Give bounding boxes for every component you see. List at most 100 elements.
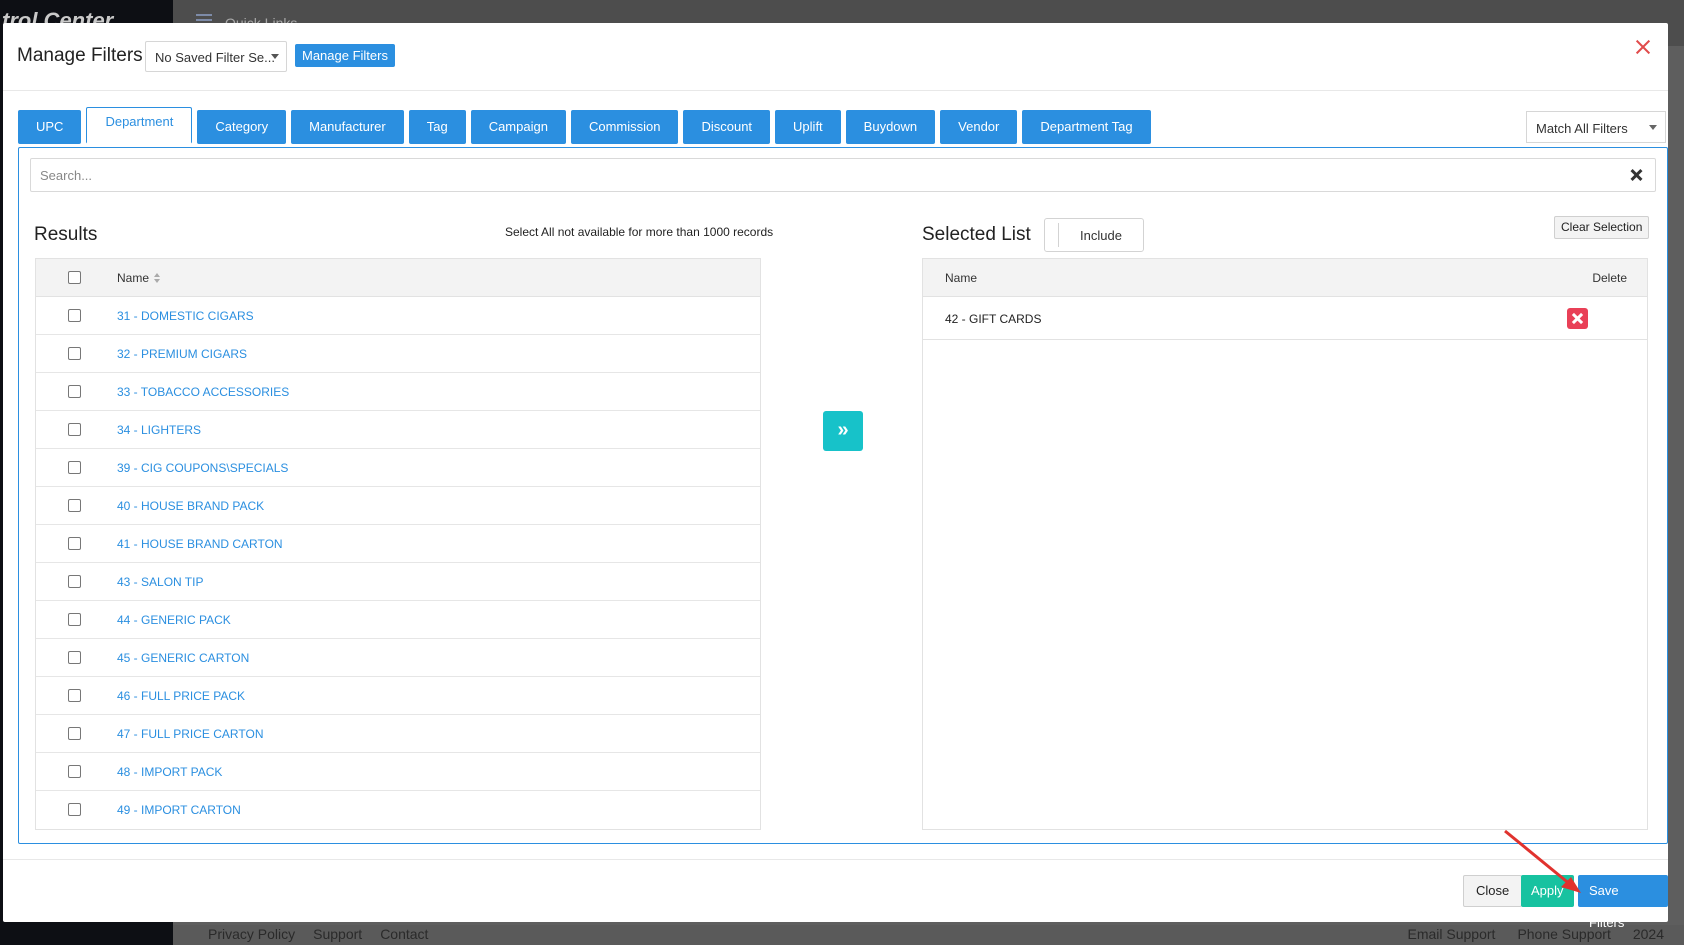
footer-link: Privacy Policy [208, 926, 296, 942]
manage-filters-button[interactable]: Manage Filters [295, 44, 395, 67]
caret-down-icon [271, 54, 279, 59]
table-row: 49 - IMPORT CARTON [36, 791, 760, 829]
tab-commission[interactable]: Commission [570, 110, 679, 144]
match-filter-select[interactable]: Match All Filters [1526, 111, 1666, 143]
search-placeholder: Search... [40, 168, 93, 183]
row-checkbox[interactable] [68, 499, 81, 512]
modal-title: Manage Filters [17, 45, 143, 66]
department-link[interactable]: 33 - TOBACCO ACCESSORIES [117, 385, 289, 399]
close-icon[interactable] [1633, 37, 1653, 57]
row-checkbox[interactable] [68, 613, 81, 626]
selected-item-name: 42 - GIFT CARDS [945, 312, 1042, 326]
saved-filter-select[interactable]: No Saved Filter Se... [145, 41, 287, 72]
name-column-header[interactable]: Name [117, 271, 162, 285]
row-checkbox[interactable] [68, 727, 81, 740]
tab-category[interactable]: Category [197, 110, 287, 144]
selected-row: 42 - GIFT CARDS [923, 297, 1647, 340]
footer-support: Email Support Phone Support 2024 [1408, 926, 1665, 942]
footer-link: Support [313, 926, 363, 942]
match-filter-value: Match All Filters [1536, 121, 1628, 136]
department-link[interactable]: 44 - GENERIC PACK [117, 613, 231, 627]
department-link[interactable]: 47 - FULL PRICE CARTON [117, 727, 263, 741]
row-checkbox[interactable] [68, 803, 81, 816]
double-chevron-right-icon: » [837, 419, 849, 441]
table-row: 41 - HOUSE BRAND CARTON [36, 525, 760, 563]
toggle-divider [1058, 223, 1059, 247]
row-checkbox[interactable] [68, 689, 81, 702]
department-link[interactable]: 43 - SALON TIP [117, 575, 203, 589]
results-header: Name [36, 259, 760, 297]
department-link[interactable]: 48 - IMPORT PACK [117, 765, 222, 779]
table-row: 31 - DOMESTIC CIGARS [36, 297, 760, 335]
name-column-label: Name [117, 271, 150, 285]
row-checkbox[interactable] [68, 423, 81, 436]
department-link[interactable]: 45 - GENERIC CARTON [117, 651, 249, 665]
table-row: 44 - GENERIC PACK [36, 601, 760, 639]
table-row: 39 - CIG COUPONS\SPECIALS [36, 449, 760, 487]
department-link[interactable]: 32 - PREMIUM CIGARS [117, 347, 247, 361]
caret-down-icon [1649, 125, 1657, 130]
footer-links: Privacy Policy Support Contact [208, 926, 428, 942]
tab-vendor[interactable]: Vendor [940, 110, 1018, 144]
tab-buydown[interactable]: Buydown [845, 110, 936, 144]
department-link[interactable]: 40 - HOUSE BRAND PACK [117, 499, 264, 513]
table-row: 46 - FULL PRICE PACK [36, 677, 760, 715]
manage-filters-modal: Manage Filters No Saved Filter Se... Man… [3, 23, 1668, 930]
clear-selection-button[interactable]: Clear Selection [1554, 216, 1650, 239]
filter-tabs: UPC Department Category Manufacturer Tag… [18, 107, 1151, 144]
include-label: Include [1080, 228, 1122, 243]
results-note: Select All not available for more than 1… [505, 225, 774, 239]
tab-department[interactable]: Department [86, 107, 193, 144]
row-checkbox[interactable] [68, 309, 81, 322]
modal-header: Manage Filters No Saved Filter Se... Man… [3, 23, 1668, 91]
table-row: 33 - TOBACCO ACCESSORIES [36, 373, 760, 411]
table-row: 32 - PREMIUM CIGARS [36, 335, 760, 373]
selected-list-title: Selected List [922, 224, 1031, 245]
table-row: 40 - HOUSE BRAND PACK [36, 487, 760, 525]
tab-uplift[interactable]: Uplift [775, 110, 841, 144]
tab-tag[interactable]: Tag [408, 110, 466, 144]
saved-filter-value: No Saved Filter Se... [155, 50, 275, 65]
table-row: 43 - SALON TIP [36, 563, 760, 601]
row-checkbox[interactable] [68, 575, 81, 588]
tab-campaign[interactable]: Campaign [470, 110, 566, 144]
table-row: 45 - GENERIC CARTON [36, 639, 760, 677]
row-checkbox[interactable] [68, 537, 81, 550]
row-checkbox[interactable] [68, 461, 81, 474]
department-link[interactable]: 49 - IMPORT CARTON [117, 803, 241, 817]
selected-header: Name Delete [923, 259, 1647, 297]
row-checkbox[interactable] [68, 385, 81, 398]
select-all-checkbox[interactable] [68, 271, 81, 284]
row-checkbox[interactable] [68, 651, 81, 664]
delete-icon[interactable] [1567, 308, 1588, 329]
add-selected-button[interactable]: » [823, 411, 863, 451]
selected-delete-header: Delete [1592, 271, 1627, 285]
selected-name-header: Name [945, 271, 978, 285]
tab-manufacturer[interactable]: Manufacturer [291, 110, 404, 144]
department-link[interactable]: 46 - FULL PRICE PACK [117, 689, 245, 703]
row-checkbox[interactable] [68, 347, 81, 360]
department-link[interactable]: 34 - LIGHTERS [117, 423, 201, 437]
annotation-arrow-icon [1504, 829, 1581, 893]
table-row: 47 - FULL PRICE CARTON [36, 715, 760, 753]
search-input[interactable]: Search... [30, 158, 1656, 192]
table-row: 34 - LIGHTERS [36, 411, 760, 449]
results-title: Results [34, 224, 98, 245]
tab-upc[interactable]: UPC [18, 110, 82, 144]
tab-discount[interactable]: Discount [683, 110, 771, 144]
department-link[interactable]: 39 - CIG COUPONS\SPECIALS [117, 461, 288, 475]
results-table: Name 31 - DOMESTIC CIGARS 32 - PREMIUM CI… [35, 258, 761, 830]
selected-table: Name Delete 42 - GIFT CARDS [922, 258, 1648, 830]
footer-link: Contact [380, 926, 429, 942]
tab-department-tag[interactable]: Department Tag [1022, 110, 1151, 144]
modal-footer [3, 859, 1668, 860]
email-support: Email Support [1407, 926, 1496, 942]
sort-icon [154, 273, 162, 283]
include-toggle[interactable]: Include [1044, 218, 1144, 252]
filter-panel: Search... Results Select All not availab… [18, 147, 1668, 844]
table-row: 48 - IMPORT PACK [36, 753, 760, 791]
row-checkbox[interactable] [68, 765, 81, 778]
department-link[interactable]: 41 - HOUSE BRAND CARTON [117, 537, 283, 551]
clear-search-icon[interactable] [1629, 168, 1643, 182]
department-link[interactable]: 31 - DOMESTIC CIGARS [117, 309, 254, 323]
